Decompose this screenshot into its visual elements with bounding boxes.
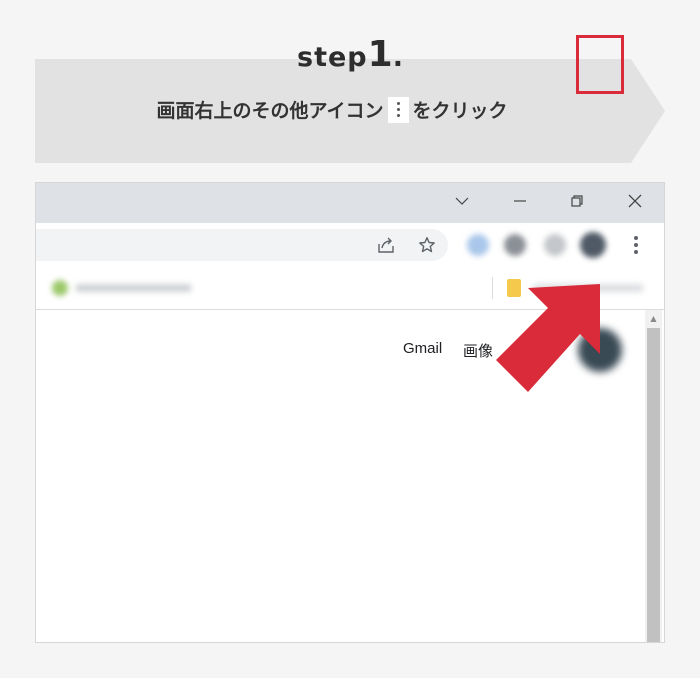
- more-menu-icon: [634, 236, 638, 240]
- restore-button[interactable]: [557, 183, 597, 219]
- bookmark-star-button[interactable]: [417, 235, 437, 255]
- minimize-button[interactable]: [500, 183, 540, 219]
- menu-highlight-box: [576, 35, 624, 94]
- browser-window: Gmail 画像 ▲: [35, 182, 665, 643]
- step-word: step: [297, 42, 368, 73]
- close-icon: [628, 194, 642, 208]
- title-bar: [36, 183, 664, 223]
- pointer-arrow-icon: [496, 284, 600, 392]
- tab-search-button[interactable]: [442, 183, 482, 219]
- instruction-after: をクリック: [412, 100, 508, 122]
- address-bar[interactable]: [36, 229, 448, 261]
- more-menu-button[interactable]: [623, 227, 649, 263]
- scroll-thumb[interactable]: [647, 328, 660, 642]
- more-options-icon: [387, 96, 409, 123]
- images-link[interactable]: 画像: [463, 340, 493, 361]
- scroll-up-arrow-icon[interactable]: ▲: [645, 310, 662, 327]
- chevron-down-icon: [455, 197, 469, 205]
- extension-icon[interactable]: [467, 234, 489, 256]
- instruction-before: 画面右上のその他アイコン: [156, 100, 384, 122]
- bookmark-item[interactable]: [52, 279, 202, 297]
- extension-icon[interactable]: [504, 234, 526, 256]
- profile-icon[interactable]: [580, 232, 606, 258]
- minimize-icon: [514, 200, 526, 202]
- vertical-scrollbar[interactable]: ▲: [645, 310, 662, 642]
- step-number: 1: [367, 34, 393, 75]
- toolbar: [36, 223, 664, 267]
- gmail-link[interactable]: Gmail: [403, 340, 442, 357]
- step-dot: .: [392, 42, 403, 73]
- restore-icon: [571, 195, 583, 207]
- close-button[interactable]: [615, 183, 655, 219]
- extension-icon[interactable]: [544, 234, 566, 256]
- star-icon: [419, 237, 435, 253]
- instruction-text: 画面右上のその他アイコン をクリック: [35, 94, 629, 128]
- share-icon: [378, 237, 394, 253]
- share-button[interactable]: [376, 235, 396, 255]
